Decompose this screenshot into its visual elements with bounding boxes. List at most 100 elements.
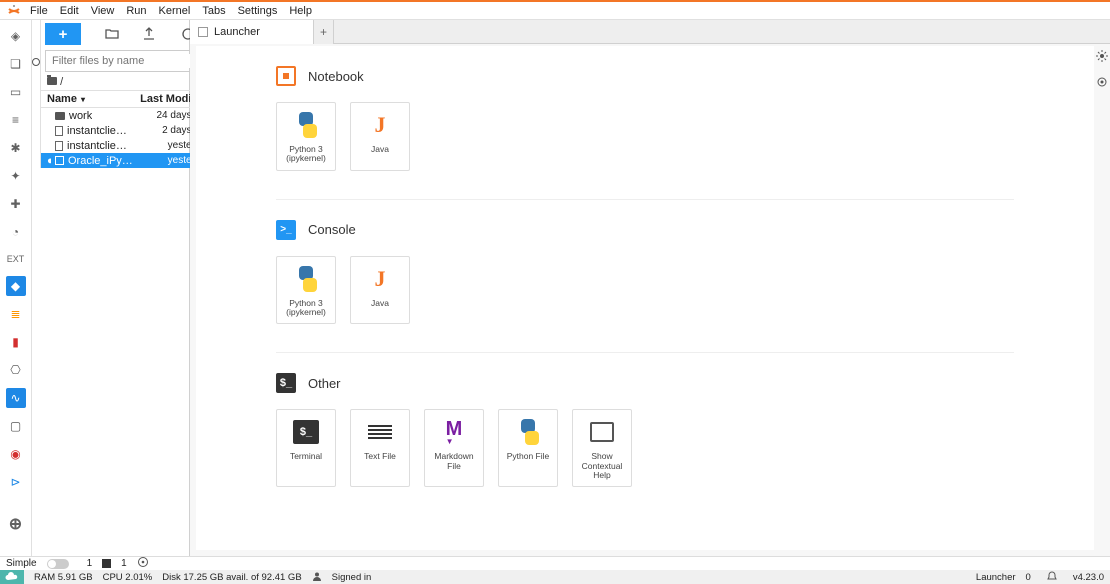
atom-icon[interactable]: ✱ xyxy=(6,138,26,158)
clock-icon[interactable]: ◔ xyxy=(6,222,26,242)
user-icon xyxy=(312,571,322,584)
terminal-icon: $_ xyxy=(293,420,319,444)
kernel-icon xyxy=(137,556,149,571)
disk-label: Disk 17.25 GB avail. of 92.41 GB xyxy=(162,572,301,583)
ext-box-green-icon[interactable]: ▢ xyxy=(6,416,26,436)
tabs-count: 1 xyxy=(87,558,93,569)
help-icon xyxy=(590,422,614,442)
graduation-icon[interactable]: ✦ xyxy=(6,166,26,186)
menu-edit[interactable]: Edit xyxy=(54,5,85,17)
ext-vscode-icon[interactable]: ⊳ xyxy=(6,472,26,492)
python-icon xyxy=(293,266,319,292)
section-title-other: Other xyxy=(308,376,341,391)
notebook-icon xyxy=(55,156,64,165)
work-area: Launcher + Notebook Python 3 (ipykernel)… xyxy=(190,20,1110,556)
menu-settings[interactable]: Settings xyxy=(232,5,284,17)
menu-help[interactable]: Help xyxy=(283,5,318,17)
cpu-label: CPU 2.01% xyxy=(103,572,153,583)
card-label: Show Contextual Help xyxy=(575,452,629,480)
property-inspector-icon[interactable] xyxy=(1096,50,1108,62)
launcher-card[interactable]: Python 3 (ipykernel) xyxy=(276,256,336,325)
folder-icon xyxy=(47,77,57,85)
launcher-card[interactable]: Show Contextual Help xyxy=(572,409,632,487)
markdown-icon: M xyxy=(446,418,463,446)
running-mark: ● xyxy=(47,155,51,167)
signed-in-label: Signed in xyxy=(332,572,372,583)
launcher-card[interactable]: Python 3 (ipykernel) xyxy=(276,102,336,171)
launcher-card[interactable]: $_ Terminal xyxy=(276,409,336,487)
simple-toggle[interactable] xyxy=(47,559,69,569)
ram-label: RAM 5.91 GB xyxy=(34,572,93,583)
launcher-tab-icon xyxy=(198,27,208,37)
menu-file[interactable]: File xyxy=(24,5,54,17)
section-title-console: Console xyxy=(308,222,356,237)
running-dot-icon[interactable] xyxy=(32,58,40,66)
python-icon xyxy=(293,112,319,138)
tab-bar: Launcher + xyxy=(190,20,1110,44)
console-badge-icon: >_ xyxy=(276,220,296,240)
tab-icon xyxy=(102,559,111,568)
menu-tabs[interactable]: Tabs xyxy=(196,5,231,17)
upload-icon[interactable] xyxy=(143,27,157,41)
file-name: work xyxy=(69,110,92,122)
cloud-icon[interactable] xyxy=(0,570,24,584)
launcher-card[interactable]: MMarkdown File xyxy=(424,409,484,487)
ext-shield-icon[interactable]: ◉ xyxy=(6,444,26,464)
bell-icon[interactable] xyxy=(1047,571,1057,584)
menu-view[interactable]: View xyxy=(85,5,121,17)
car-icon[interactable]: ▭ xyxy=(6,82,26,102)
cube-icon[interactable]: ◈ xyxy=(6,26,26,46)
file-name: instantclie… xyxy=(67,125,127,137)
status-launcher-n: 0 xyxy=(1026,572,1031,583)
launcher-panel: Notebook Python 3 (ipykernel)JJava >_ Co… xyxy=(196,46,1094,550)
ext-square-icon[interactable]: ◆ xyxy=(6,276,26,296)
ext-sql-icon[interactable]: ⎔ xyxy=(6,360,26,380)
file-filter-input[interactable] xyxy=(50,54,196,68)
ext-divider: EXT xyxy=(7,254,25,264)
launcher-card[interactable]: J Java xyxy=(350,102,410,171)
sort-down-icon: ▾ xyxy=(81,95,85,104)
col-name: Name xyxy=(47,93,77,105)
jupyter-logo-icon xyxy=(4,2,24,20)
java-icon: J xyxy=(375,266,386,292)
notebook-badge-icon xyxy=(276,66,296,86)
new-folder-icon[interactable] xyxy=(105,27,119,41)
python-icon xyxy=(515,419,541,445)
java-icon: J xyxy=(375,112,386,138)
menu-bar: FileEditViewRunKernelTabsSettingsHelp xyxy=(0,2,1110,20)
file-name: Oracle_iPy… xyxy=(68,155,133,167)
version-label: v4.23.0 xyxy=(1073,572,1104,583)
file-browser: + xyxy=(32,20,190,556)
menu-kernel[interactable]: Kernel xyxy=(153,5,197,17)
card-label: Java xyxy=(371,145,389,154)
card-label: Java xyxy=(371,299,389,308)
list-icon[interactable]: ≡ xyxy=(6,110,26,130)
status-launcher-label: Launcher xyxy=(976,572,1016,583)
ext-bars-icon[interactable]: ≣ xyxy=(6,304,26,324)
puzzle-icon[interactable]: ✚ xyxy=(6,194,26,214)
file-icon xyxy=(55,126,63,136)
layers-icon[interactable]: ❑ xyxy=(6,54,26,74)
textfile-icon xyxy=(368,420,392,444)
add-tab-button[interactable]: + xyxy=(314,20,334,44)
simple-label: Simple xyxy=(6,558,37,569)
tab-launcher[interactable]: Launcher xyxy=(190,20,314,44)
card-label: Python File xyxy=(507,452,550,461)
new-launcher-button[interactable]: + xyxy=(45,23,81,45)
launcher-card[interactable]: Python File xyxy=(498,409,558,487)
card-label: Text File xyxy=(364,452,396,461)
add-icon[interactable]: ⊕ xyxy=(6,514,26,534)
other-badge-icon: $_ xyxy=(276,373,296,393)
launcher-card[interactable]: J Java xyxy=(350,256,410,325)
statusbar-lower: RAM 5.91 GB CPU 2.01% Disk 17.25 GB avai… xyxy=(0,570,1110,584)
card-label: Python 3 (ipykernel) xyxy=(279,145,333,164)
launcher-card[interactable]: Text File xyxy=(350,409,410,487)
file-name: instantclie… xyxy=(67,140,127,152)
debugger-icon[interactable] xyxy=(1096,76,1108,88)
ext-pulse-icon[interactable]: ∿ xyxy=(6,388,26,408)
card-label: Terminal xyxy=(290,452,322,461)
file-filter[interactable] xyxy=(45,50,213,72)
menu-run[interactable]: Run xyxy=(120,5,152,17)
ext-doc-red-icon[interactable]: ▮ xyxy=(6,332,26,352)
folder-icon xyxy=(55,112,65,120)
